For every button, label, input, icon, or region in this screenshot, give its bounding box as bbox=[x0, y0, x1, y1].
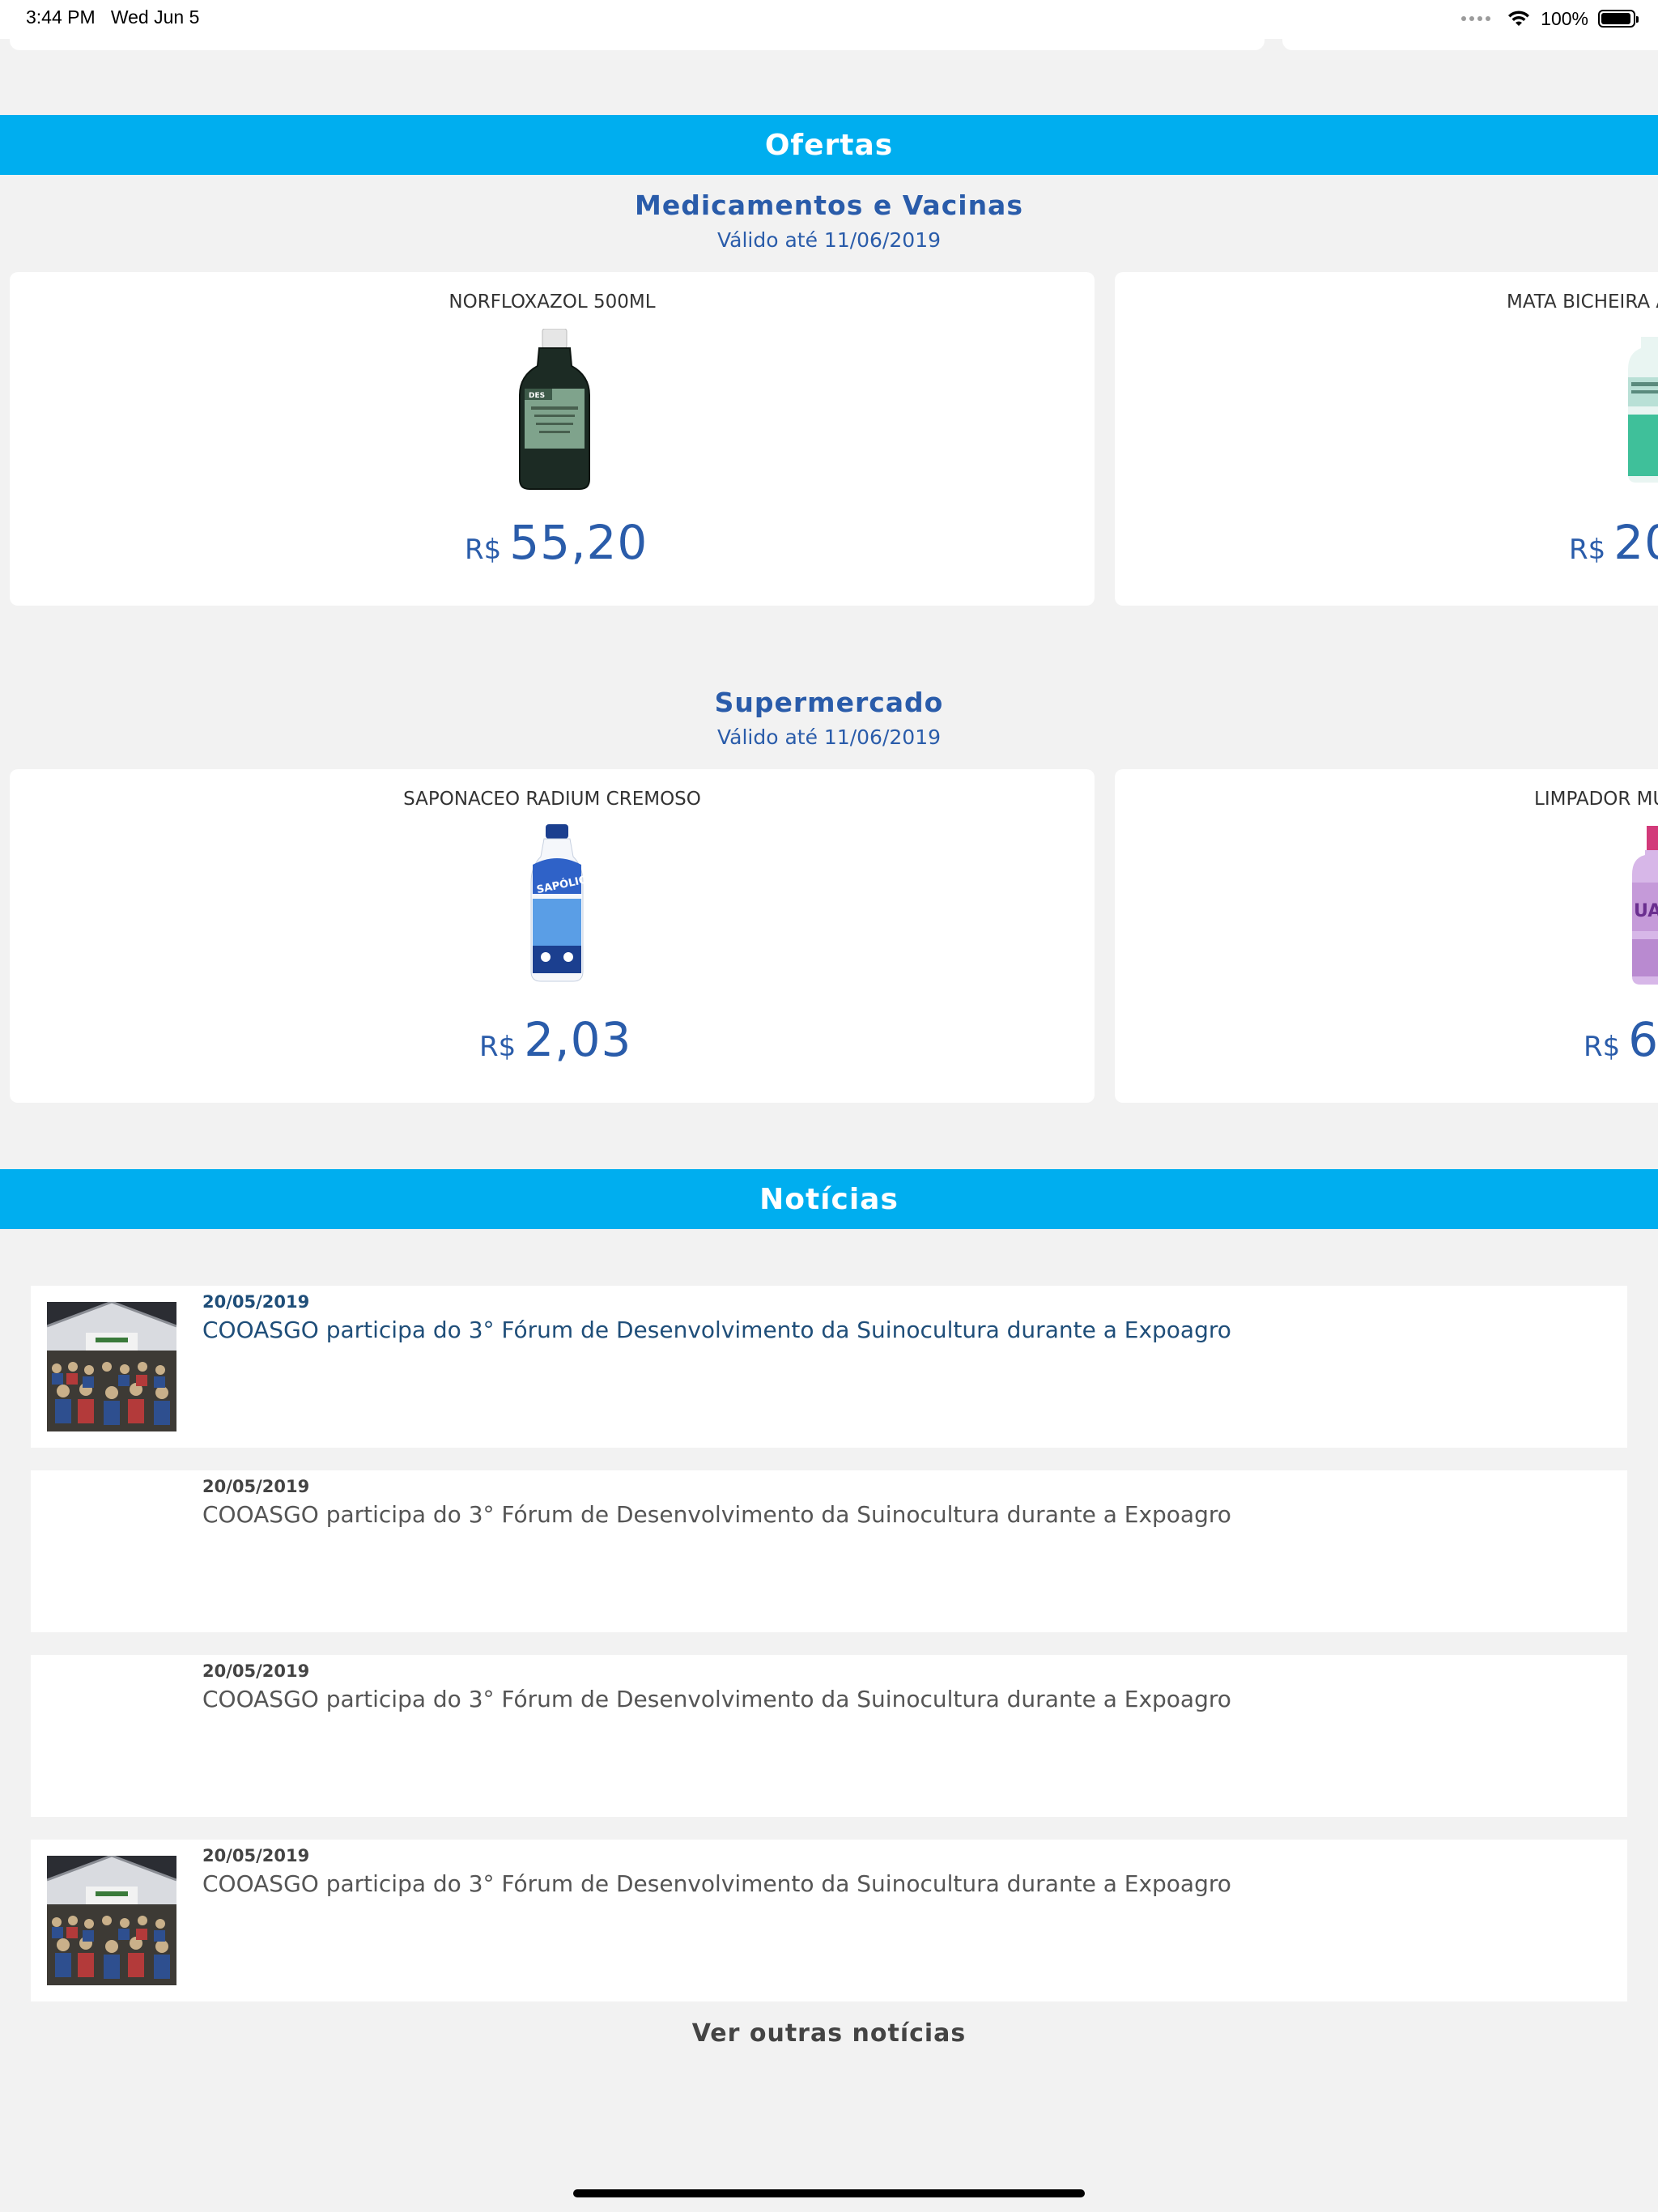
status-time-text: 3:44 PM bbox=[26, 6, 96, 28]
price-amount: 20 bbox=[1613, 515, 1658, 570]
product-bottle-image: SAPÓLIO bbox=[530, 824, 586, 982]
product-name: NORFLOXAZOL 500ML bbox=[449, 291, 656, 313]
status-indicators: 100% bbox=[1461, 6, 1639, 31]
news-thumbnail bbox=[47, 1302, 176, 1431]
product-price: R$ 6 bbox=[1584, 1012, 1658, 1067]
svg-text:UA: UA bbox=[1634, 901, 1658, 921]
price-currency: R$ bbox=[1569, 534, 1606, 566]
battery-percent: 100% bbox=[1541, 7, 1588, 29]
category-title-supermercado: Supermercado bbox=[714, 687, 944, 718]
noticias-header: Notícias bbox=[0, 1169, 1658, 1229]
ofertas-header-label: Ofertas bbox=[764, 128, 894, 162]
news-thumbnail-image bbox=[47, 1856, 176, 1985]
price-amount: 6 bbox=[1628, 1012, 1658, 1067]
news-date: 20/05/2019 bbox=[202, 1846, 310, 1865]
product-card[interactable]: MATA BICHEIRA A R$ 20 bbox=[1115, 272, 1658, 606]
category-valid-medicamentos: Válido até 11/06/2019 bbox=[716, 228, 942, 252]
product-card[interactable]: NORFLOXAZOL 500ML DES R$ 55,20 bbox=[10, 272, 1095, 606]
news-title[interactable]: COOASGO participa do 3° Fórum de Desenvo… bbox=[202, 1501, 1231, 1528]
product-name: LIMPADOR MU bbox=[1534, 789, 1658, 810]
news-item[interactable]: 20/05/2019 COOASGO participa do 3° Fórum… bbox=[31, 1286, 1627, 1448]
home-indicator[interactable] bbox=[573, 2189, 1085, 2197]
news-thumbnail bbox=[47, 1856, 176, 1985]
news-date: 20/05/2019 bbox=[202, 1292, 310, 1312]
price-currency: R$ bbox=[479, 1031, 517, 1063]
status-time: 3:44 PM Wed Jun 5 bbox=[26, 6, 199, 28]
product-name: SAPONACEO RADIUM CREMOSO bbox=[403, 789, 701, 810]
product-bottle-image: UA bbox=[1632, 826, 1658, 985]
news-title[interactable]: COOASGO participa do 3° Fórum de Desenvo… bbox=[202, 1317, 1231, 1343]
news-item[interactable]: 20/05/2019 COOASGO participa do 3° Fórum… bbox=[31, 1840, 1627, 2001]
status-bar: 3:44 PM Wed Jun 5 100% bbox=[0, 0, 1658, 39]
more-news-link[interactable]: Ver outras notícias bbox=[0, 2019, 1658, 2048]
price-currency: R$ bbox=[1584, 1031, 1621, 1063]
product-price: R$ 20 bbox=[1569, 515, 1658, 570]
news-date: 20/05/2019 bbox=[202, 1661, 310, 1681]
news-date: 20/05/2019 bbox=[202, 1477, 310, 1496]
ofertas-header: Ofertas bbox=[0, 115, 1658, 175]
product-name: MATA BICHEIRA A bbox=[1507, 291, 1658, 313]
news-title[interactable]: COOASGO participa do 3° Fórum de Desenvo… bbox=[202, 1870, 1231, 1897]
product-card[interactable]: SAPONACEO RADIUM CREMOSO SAPÓLIO R$ 2,03 bbox=[10, 769, 1095, 1103]
news-item[interactable]: 20/05/2019 COOASGO participa do 3° Fórum… bbox=[31, 1655, 1627, 1817]
noticias-header-label: Notícias bbox=[759, 1182, 899, 1216]
svg-text:DES: DES bbox=[529, 392, 545, 400]
product-price: R$ 55,20 bbox=[465, 515, 648, 570]
category-title-medicamentos: Medicamentos e Vacinas bbox=[635, 189, 1023, 221]
status-date-text: Wed Jun 5 bbox=[110, 6, 200, 28]
price-amount: 55,20 bbox=[509, 515, 648, 570]
product-bottle-image bbox=[1628, 337, 1658, 483]
news-title[interactable]: COOASGO participa do 3° Fórum de Desenvo… bbox=[202, 1686, 1231, 1712]
news-item[interactable]: 20/05/2019 COOASGO participa do 3° Fórum… bbox=[31, 1470, 1627, 1632]
battery-icon bbox=[1598, 10, 1639, 28]
news-thumbnail-image bbox=[47, 1302, 176, 1431]
product-price: R$ 2,03 bbox=[479, 1012, 631, 1067]
category-valid-supermercado: Válido até 11/06/2019 bbox=[716, 725, 942, 749]
product-bottle-image: DES bbox=[519, 329, 590, 490]
wifi-icon bbox=[1508, 11, 1530, 26]
cellular-signal-icon bbox=[1461, 16, 1491, 21]
price-currency: R$ bbox=[465, 534, 502, 566]
price-amount: 2,03 bbox=[524, 1012, 632, 1067]
product-card[interactable]: LIMPADOR MU UA R$ 6 bbox=[1115, 769, 1658, 1103]
